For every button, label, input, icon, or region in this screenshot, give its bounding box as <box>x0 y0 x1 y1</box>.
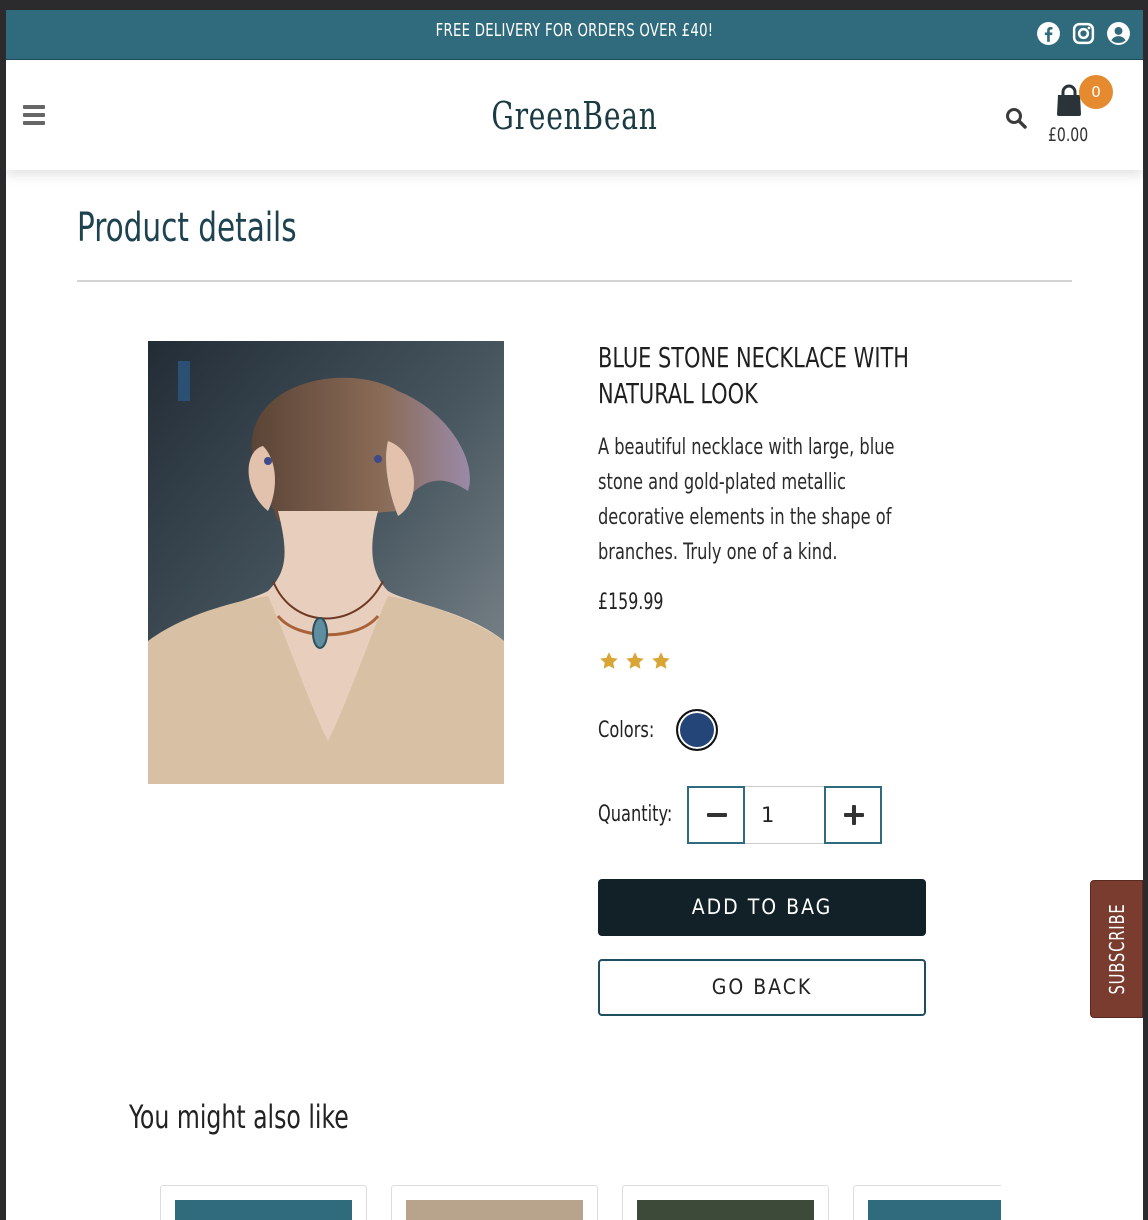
social-icons <box>1036 21 1131 46</box>
quantity-label: Quantity: <box>598 802 673 827</box>
related-product-card[interactable] <box>853 1185 1001 1220</box>
bag-total: £0.00 <box>1048 124 1089 146</box>
related-products <box>160 1185 1001 1220</box>
bag-count-badge: 0 <box>1079 75 1113 109</box>
subscribe-tab[interactable]: SUBSCRIBE <box>1090 880 1143 1018</box>
delivery-banner: FREE DELIVERY FOR ORDERS OVER £40! <box>6 10 1143 60</box>
add-to-bag-button[interactable]: ADD TO BAG <box>598 879 926 936</box>
product-name: BLUE STONE NECKLACE WITH NATURAL LOOK <box>598 341 909 410</box>
subscribe-label: SUBSCRIBE <box>1104 903 1129 995</box>
product-thumbnail <box>868 1200 1001 1220</box>
star-icon <box>626 652 644 669</box>
product-price: £159.99 <box>598 590 664 615</box>
account-icon[interactable] <box>1106 21 1131 46</box>
colors-label: Colors: <box>598 718 655 743</box>
rating-stars <box>598 650 672 672</box>
color-swatch-blue[interactable] <box>676 709 718 751</box>
minus-icon <box>707 813 727 817</box>
site-header: GreenBean 0 £0.00 <box>6 60 1143 170</box>
hamburger-menu-icon[interactable] <box>23 105 45 125</box>
star-icon <box>652 652 670 669</box>
product-thumbnail <box>406 1200 583 1220</box>
instagram-icon[interactable] <box>1071 21 1096 46</box>
related-product-card[interactable] <box>160 1185 367 1220</box>
product-image <box>148 341 504 784</box>
related-product-card[interactable] <box>622 1185 829 1220</box>
quantity-decrease-button[interactable] <box>687 786 745 844</box>
site-logo[interactable]: GreenBean <box>154 94 995 138</box>
facebook-icon[interactable] <box>1036 21 1061 46</box>
page: FREE DELIVERY FOR ORDERS OVER £40! Green… <box>6 10 1143 1220</box>
related-title: You might also like <box>129 1098 349 1136</box>
go-back-button[interactable]: GO BACK <box>598 959 926 1016</box>
related-product-card[interactable] <box>391 1185 598 1220</box>
product-thumbnail <box>637 1200 814 1220</box>
search-icon[interactable] <box>1004 106 1028 130</box>
product-details: BLUE STONE NECKLACE WITH NATURAL LOOK A … <box>598 340 938 570</box>
quantity-increase-button[interactable] <box>824 786 882 844</box>
quantity-input[interactable] <box>745 786 825 844</box>
page-title: Product details <box>77 205 297 251</box>
star-icon <box>600 652 618 669</box>
banner-text: FREE DELIVERY FOR ORDERS OVER £40! <box>435 20 714 41</box>
product-thumbnail <box>175 1200 352 1220</box>
title-divider <box>77 280 1072 282</box>
product-description: A beautiful necklace with large, blue st… <box>598 435 895 565</box>
